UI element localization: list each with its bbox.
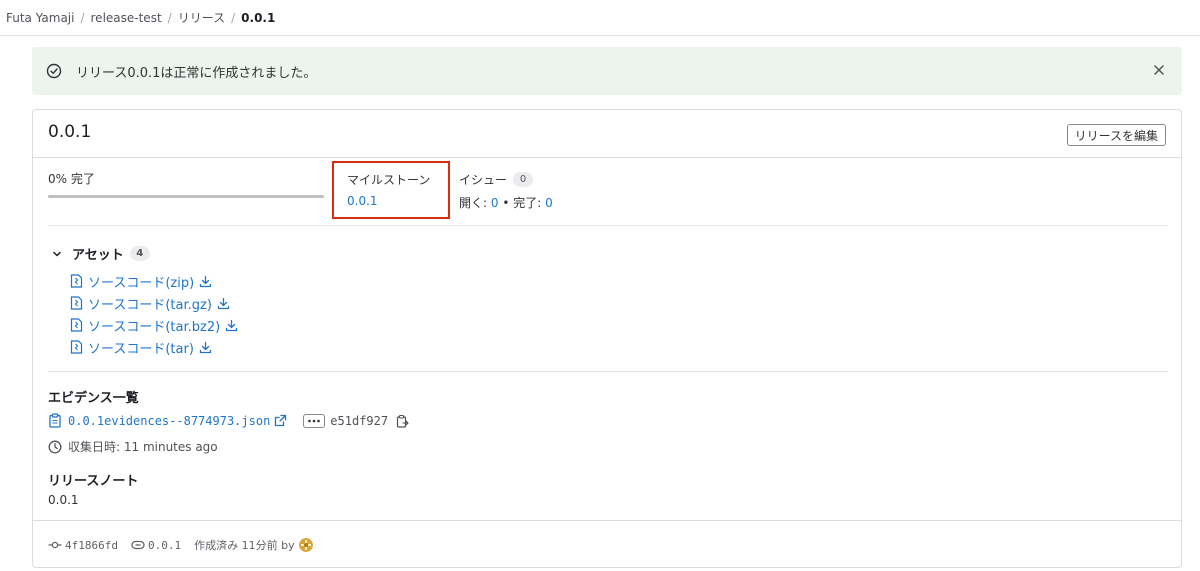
release-notes-title: リリースノート	[48, 474, 139, 489]
milestone-progress: 0% 完了	[48, 170, 326, 198]
issues-count-badge: 0	[513, 172, 534, 187]
asset-list: ソースコード(zip) ソースコード(tar.gz) ソースコード(tar.bz…	[70, 270, 238, 358]
avatar[interactable]	[298, 538, 313, 552]
breadcrumb-separator: /	[167, 10, 172, 25]
file-archive-icon	[70, 340, 83, 354]
asset-item-tar-gz[interactable]: ソースコード(tar.gz)	[70, 292, 238, 314]
edit-release-button[interactable]: リリースを編集	[1066, 124, 1166, 146]
expand-sha-button[interactable]	[303, 413, 326, 428]
commit-sha-link[interactable]: 4f1866fd	[65, 539, 118, 552]
file-archive-icon	[70, 318, 83, 332]
milestone-label: マイルストーン	[347, 173, 431, 187]
evidence-sha: e51df927	[330, 413, 389, 428]
download-icon	[200, 275, 212, 287]
issues-counts: 開く: 0 • 完了: 0	[459, 194, 553, 211]
evidence-collected: 収集日時: 11 minutes ago	[48, 438, 218, 455]
ellipsis-icon	[308, 419, 321, 422]
breadcrumb-current-release: 0.0.1	[241, 10, 276, 25]
asset-item-zip[interactable]: ソースコード(zip)	[70, 270, 238, 292]
release-card: 0.0.1 リリースを編集 0% 完了 マイルストーン 0.0.1 イシュー 0…	[32, 109, 1182, 568]
open-label: 開く:	[459, 196, 488, 210]
asset-label: ソースコード(tar.bz2)	[88, 319, 221, 335]
milestone-link[interactable]: 0.0.1	[347, 194, 378, 208]
alert-message: リリース0.0.1は正常に作成されました。	[76, 65, 317, 81]
evidence-row: 0.0.1evidences--8774973.json e51df927	[48, 413, 409, 428]
progress-bar	[48, 195, 324, 198]
release-notes-text: 0.0.1	[48, 493, 79, 507]
close-icon[interactable]	[1152, 63, 1166, 77]
release-card-header: 0.0.1 リリースを編集	[33, 110, 1181, 158]
collected-text: 収集日時: 11 minutes ago	[68, 440, 218, 454]
bullet-separator: •	[502, 196, 510, 210]
breadcrumb-separator: /	[80, 10, 85, 25]
assets-label: アセット	[72, 248, 124, 263]
open-count-link[interactable]: 0	[491, 196, 499, 210]
footer-divider	[33, 520, 1181, 521]
divider	[48, 371, 1168, 372]
progress-label: 0% 完了	[48, 172, 95, 186]
download-icon	[199, 341, 212, 353]
asset-item-tar[interactable]: ソースコード(tar)	[70, 336, 238, 358]
milestone-highlight-box	[332, 161, 450, 219]
asset-item-tar-bz2[interactable]: ソースコード(tar.bz2)	[70, 314, 238, 336]
commit-icon	[48, 541, 62, 549]
external-link-icon[interactable]	[274, 414, 287, 427]
divider	[48, 225, 1168, 226]
evidence-file-link[interactable]: 0.0.1evidences--8774973.json	[68, 414, 270, 428]
closed-count-link[interactable]: 0	[545, 196, 553, 210]
download-icon	[217, 297, 230, 309]
download-icon	[226, 319, 238, 331]
assets-count-badge: 4	[129, 246, 150, 261]
created-by-text: 作成済み 11分前 by	[194, 539, 295, 552]
evidence-title: エビデンス一覧	[48, 391, 139, 406]
breadcrumb-releases[interactable]: リリース	[178, 9, 225, 26]
success-alert: リリース0.0.1は正常に作成されました。	[32, 47, 1182, 95]
check-circle-icon	[46, 63, 62, 79]
closed-label: 完了:	[513, 196, 542, 210]
clipboard-icon	[49, 413, 61, 428]
breadcrumb: Futa Yamaji / release-test / リリース / 0.0.…	[0, 0, 1200, 36]
file-archive-icon	[70, 296, 83, 310]
asset-label: ソースコード(tar.gz)	[88, 297, 212, 313]
breadcrumb-project[interactable]: release-test	[91, 11, 162, 25]
issues-label: イシュー 0	[459, 171, 534, 188]
assets-toggle[interactable]: アセット 4	[52, 244, 150, 263]
breadcrumb-separator: /	[231, 10, 236, 25]
copy-icon[interactable]	[396, 414, 409, 428]
release-title: 0.0.1	[48, 122, 92, 142]
tag-icon	[131, 540, 145, 550]
asset-label: ソースコード(zip)	[88, 275, 195, 291]
tag-name-link[interactable]: 0.0.1	[148, 539, 181, 552]
clock-icon	[48, 440, 62, 453]
chevron-down-icon	[53, 251, 61, 256]
release-footer: 4f1866fd 0.0.1 作成済み 11分前 by	[48, 537, 313, 553]
breadcrumb-user[interactable]: Futa Yamaji	[6, 11, 74, 25]
asset-label: ソースコード(tar)	[88, 341, 194, 357]
issues-label-text: イシュー	[459, 173, 508, 187]
file-archive-icon	[70, 274, 83, 288]
